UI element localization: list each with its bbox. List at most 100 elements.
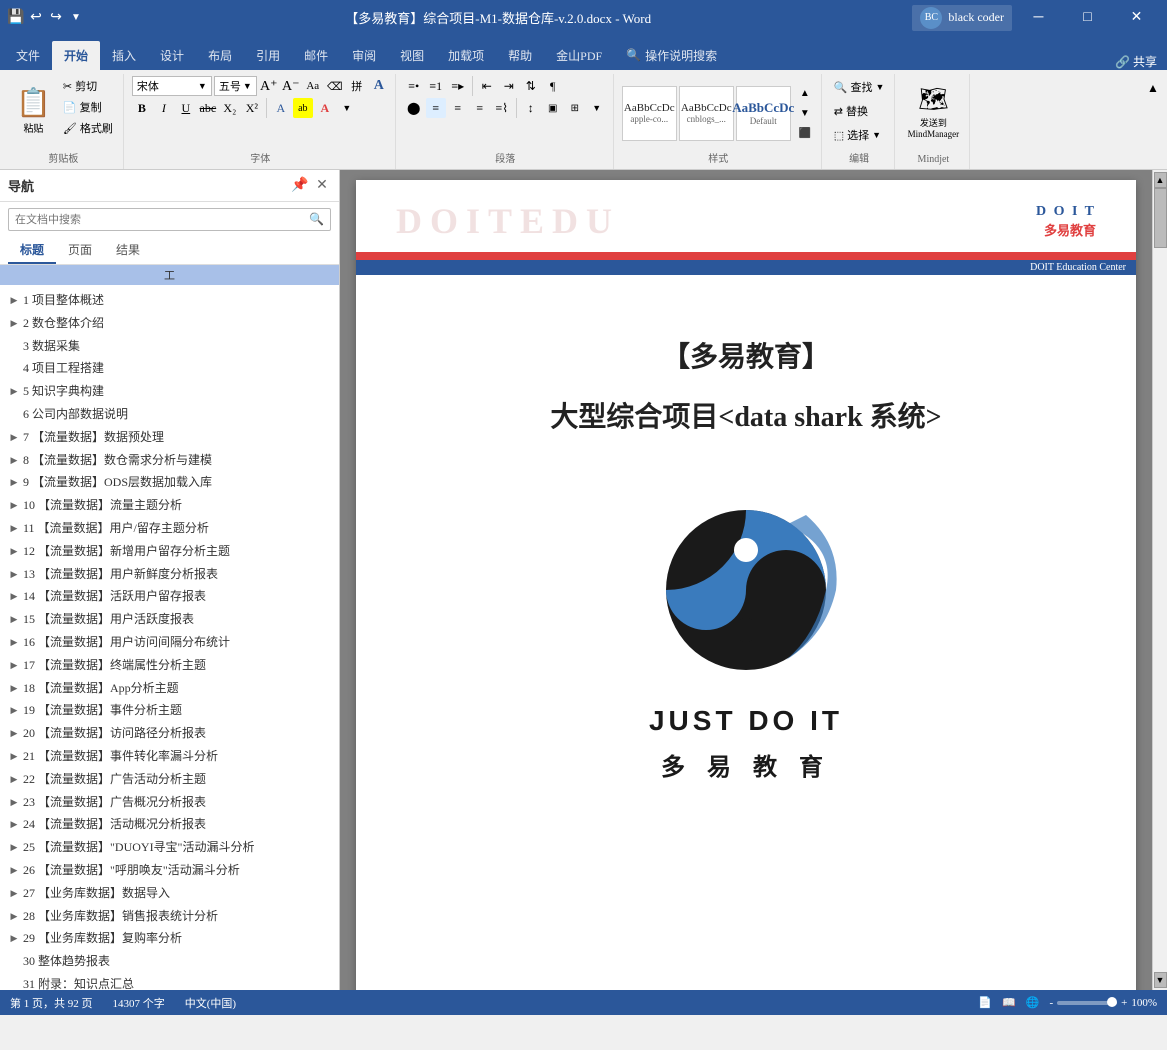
list-item[interactable]: ▶ 19 【流量数据】事件分析主题 [0,699,339,722]
replace-button[interactable]: ⇄ 替换 [830,100,872,122]
styles-down-arrow[interactable]: ▼ [795,103,815,123]
multilevel-list-button[interactable]: ≡▸ [448,76,468,96]
sort-button[interactable]: ⇅ [521,76,541,96]
find-button[interactable]: 🔍 查找 ▼ [830,76,889,98]
list-item[interactable]: 6 公司内部数据说明 [0,403,339,426]
view-reading-icon[interactable]: 📖 [1002,996,1016,1009]
font-size-selector[interactable]: 五号 ▼ [214,76,257,96]
copy-button[interactable]: 📄 复制 [59,97,117,117]
list-item[interactable]: ▶ 18 【流量数据】App分析主题 [0,677,339,700]
save-icon[interactable]: 💾 [8,10,24,26]
list-item[interactable]: ▶ 12 【流量数据】新增用户留存分析主题 [0,540,339,563]
nav-pin-button[interactable]: 📌 [291,177,309,195]
scroll-track[interactable] [1154,188,1167,972]
font-a-styled[interactable]: A [369,76,389,96]
list-item[interactable]: ▶ 7 【流量数据】数据预处理 [0,426,339,449]
align-left-button[interactable]: ⬤ [404,98,424,118]
view-print-icon[interactable]: 📄 [978,996,992,1009]
tab-design[interactable]: 设计 [148,41,196,70]
tab-insert[interactable]: 插入 [100,41,148,70]
tab-layout[interactable]: 布局 [196,41,244,70]
tab-addins[interactable]: 加载项 [436,41,496,70]
nav-search-input[interactable] [9,211,303,229]
styles-expand[interactable]: ⬛ [795,123,815,143]
list-item[interactable]: 30 整体趋势报表 [0,950,339,973]
document-area[interactable]: DOITEDU D O I T 多易教育 DOIT Education Cent… [340,170,1152,990]
border-arrow[interactable]: ▼ [587,98,607,118]
list-item[interactable]: ▶ 10 【流量数据】流量主题分析 [0,494,339,517]
customize-icon[interactable]: ▼ [68,10,84,26]
line-spacing-button[interactable]: ↕ [521,98,541,118]
zoom-out-button[interactable]: - [1049,997,1053,1009]
tab-references[interactable]: 引用 [244,41,292,70]
list-item[interactable]: 31 附录：知识点汇总 [0,973,339,990]
font-aa-button[interactable]: Aa [303,76,323,96]
align-right-button[interactable]: ≡ [448,98,468,118]
bullet-list-button[interactable]: ≡• [404,76,424,96]
view-web-icon[interactable]: 🌐 [1026,996,1040,1009]
align-dist-button[interactable]: ≡⌇ [492,98,512,118]
restore-button[interactable]: □ [1065,0,1110,35]
mindmanager-button[interactable]: 🗺 发送到MindManager [903,76,963,148]
scroll-down-button[interactable]: ▼ [1154,972,1167,988]
list-item[interactable]: ▶ 22 【流量数据】广告活动分析主题 [0,768,339,791]
tab-search[interactable]: 🔍 操作说明搜索 [614,41,729,70]
list-item[interactable]: ▶ 25 【流量数据】"DUOYI寻宝"活动漏斗分析 [0,836,339,859]
nav-tab-headings[interactable]: 标题 [8,237,56,264]
align-justify-button[interactable]: ≡ [470,98,490,118]
tab-review[interactable]: 审阅 [340,41,388,70]
list-item[interactable]: ▶ 24 【流量数据】活动概况分析报表 [0,813,339,836]
zoom-slider[interactable] [1057,1001,1117,1005]
tab-mailings[interactable]: 邮件 [292,41,340,70]
list-item[interactable]: ▶ 17 【流量数据】终端属性分析主题 [0,654,339,677]
minimize-button[interactable]: ─ [1016,0,1061,35]
align-center-button[interactable]: ≡ [426,98,446,118]
nav-search-button[interactable]: 🔍 [303,209,330,230]
underline-button[interactable]: U [176,98,196,118]
list-item[interactable]: ▶ 13 【流量数据】用户新鲜度分析报表 [0,563,339,586]
number-list-button[interactable]: ≡1 [426,76,446,96]
share-button[interactable]: 🔗 共享 [1115,53,1157,70]
nav-tab-results[interactable]: 结果 [104,237,152,264]
style-swatch-3[interactable]: AaBbCcDc Default [736,86,791,141]
list-item[interactable]: ▶ 21 【流量数据】事件转化率漏斗分析 [0,745,339,768]
tab-home[interactable]: 开始 [52,41,100,70]
list-item[interactable]: ▶ 14 【流量数据】活跃用户留存报表 [0,585,339,608]
list-item[interactable]: ▶ 20 【流量数据】访问路径分析报表 [0,722,339,745]
list-item[interactable]: ▶ 9 【流量数据】ODS层数据加载入库 [0,471,339,494]
increase-indent-button[interactable]: ⇥ [499,76,519,96]
clear-format-button[interactable]: ⌫ [325,76,345,96]
tab-view[interactable]: 视图 [388,41,436,70]
styles-up-arrow[interactable]: ▲ [795,83,815,103]
undo-icon[interactable]: ↩ [28,10,44,26]
nav-search-box[interactable]: 🔍 [8,208,331,231]
style-swatch-2[interactable]: AaBbCcDc cnblogs_... [679,86,734,141]
scroll-thumb[interactable] [1154,188,1167,248]
list-item[interactable]: ▶ 26 【流量数据】"呼朋唤友"活动漏斗分析 [0,859,339,882]
list-item[interactable]: ▶ 16 【流量数据】用户访问间隔分布统计 [0,631,339,654]
close-button[interactable]: ✕ [1114,0,1159,35]
scroll-up-button[interactable]: ▲ [1154,172,1167,188]
tab-kspdf[interactable]: 金山PDF [544,41,614,70]
collapse-ribbon-button[interactable]: ▲ [1143,78,1163,98]
redo-icon[interactable]: ↪ [48,10,64,26]
list-item[interactable]: ▶ 23 【流量数据】广告概况分析报表 [0,791,339,814]
strikethrough-button[interactable]: abc [198,98,218,118]
list-item[interactable]: ▶ 2 数仓整体介绍 [0,312,339,335]
shading-button[interactable]: ▣ [543,98,563,118]
zoom-in-button[interactable]: + [1121,997,1127,1009]
pinyin-button[interactable]: 拼 [347,76,367,96]
list-item[interactable]: 4 项目工程搭建 [0,357,339,380]
increase-font-button[interactable]: A⁺ [259,76,279,96]
italic-button[interactable]: I [154,98,174,118]
border-button[interactable]: ⊞ [565,98,585,118]
list-item[interactable]: ▶ 8 【流量数据】数仓需求分析与建模 [0,449,339,472]
nav-tab-pages[interactable]: 页面 [56,237,104,264]
subscript-button[interactable]: X₂ [220,98,240,118]
list-item[interactable]: 3 数据采集 [0,335,339,358]
cut-button[interactable]: ✂ 剪切 [59,76,117,96]
list-item[interactable]: ▶ 1 项目整体概述 [0,289,339,312]
superscript-button[interactable]: X² [242,98,262,118]
show-marks-button[interactable]: ¶ [543,76,563,96]
list-item[interactable]: ▶ 11 【流量数据】用户/留存主题分析 [0,517,339,540]
